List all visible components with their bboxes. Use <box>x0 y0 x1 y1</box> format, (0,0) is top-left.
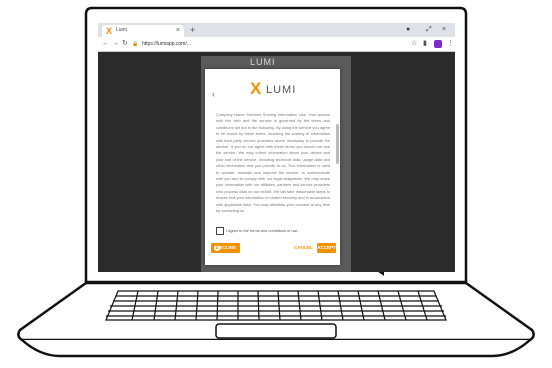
lumi-favicon-icon: X <box>106 26 113 36</box>
scrollbar[interactable] <box>336 124 339 164</box>
browser-tab-bar: X Lumi × + ● ⤢ × <box>98 23 455 37</box>
consent-checkbox[interactable] <box>216 227 224 235</box>
window-close-icon[interactable]: × <box>442 25 446 34</box>
extension-icon[interactable]: ☆ <box>411 40 417 48</box>
back-icon[interactable]: ← <box>102 40 109 48</box>
laptop-screen: X Lumi × + ● ⤢ × ← → ↻ 🔒 https://lumiapp… <box>98 23 455 272</box>
coin-icon: $ <box>214 245 220 251</box>
reload-icon[interactable]: ↻ <box>122 40 128 48</box>
consent-label: I agree to the terms and conditions of u… <box>226 228 299 233</box>
expand-icon[interactable]: ⤢ <box>426 25 432 34</box>
consent-row: I agree to the terms and conditions of u… <box>216 227 334 235</box>
cancel-link[interactable]: CANCEL <box>294 245 313 250</box>
profile-avatar[interactable] <box>434 40 442 48</box>
url-input[interactable]: https://lumiapp.com/... <box>142 40 372 48</box>
address-bar: ← → ↻ 🔒 https://lumiapp.com/... ☆ ▮ ⋮ <box>98 37 455 52</box>
accept-button[interactable]: ACCEPT <box>317 243 336 253</box>
lumi-mark-icon: X <box>250 79 262 98</box>
lock-icon: 🔒 <box>132 41 139 47</box>
laptop-bottom-edge <box>21 339 531 358</box>
forward-icon[interactable]: → <box>112 40 119 48</box>
background-logo: LUMI <box>250 57 276 67</box>
close-icon[interactable]: × <box>176 26 180 35</box>
terms-text: Company Name Services Sharing Informatio… <box>216 112 330 214</box>
logo-text: LUMI <box>266 84 297 96</box>
bookmark-icon[interactable]: ▮ <box>423 40 427 48</box>
terms-modal: ‹ X LUMI Company Name Services Sharing I… <box>205 69 340 265</box>
menu-icon[interactable]: ⋮ <box>447 40 454 48</box>
browser-tab[interactable]: X Lumi × <box>102 25 184 37</box>
tab-title: Lumi <box>116 27 127 33</box>
touchpad <box>215 323 337 339</box>
record-icon[interactable]: ● <box>406 25 410 34</box>
new-tab-icon[interactable]: + <box>190 25 195 35</box>
chevron-left-icon[interactable]: ‹ <box>212 89 215 99</box>
decline-button[interactable]: $ DECLINE <box>211 243 240 253</box>
